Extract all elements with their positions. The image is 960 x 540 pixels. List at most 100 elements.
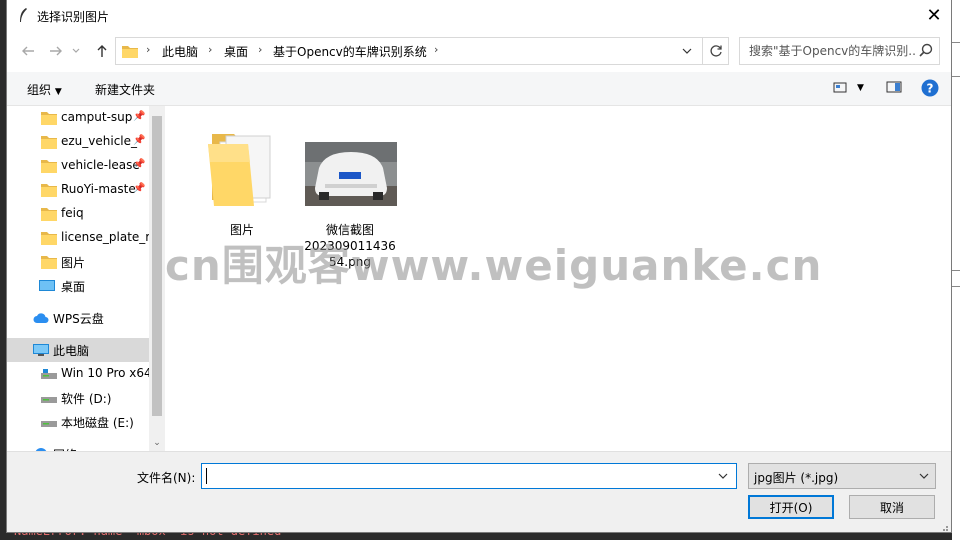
chevron-down-icon [72,48,80,53]
folder-icon [41,136,57,149]
folder-icon [41,112,57,125]
chevron-down-icon [919,473,929,479]
sidebar-item-network[interactable]: 网络 [7,442,149,451]
title-bar: 选择识别图片 ✕ [7,0,951,30]
svg-text:?: ? [927,82,934,96]
view-options-dropdown[interactable]: ▼ [857,83,864,93]
close-icon[interactable]: ✕ [917,0,951,30]
filename-combobox[interactable] [201,463,737,489]
folder-icon [122,46,138,58]
sidebar-item-pictures[interactable]: 图片 [7,250,149,274]
sidebar-item-label: 此电脑 [53,344,90,358]
folder-icon [208,134,271,206]
help-icon[interactable]: ? [921,79,939,97]
sidebar-item-camput-sup[interactable]: camput-sup 📌 [7,106,149,130]
pin-icon: 📌 [133,111,146,122]
breadcrumb-separator-icon: › [258,43,263,56]
sidebar-item-label: license_plate_re [61,230,149,244]
folder-icon [41,256,57,269]
folder-icon [41,232,57,245]
address-history-dropdown[interactable] [672,38,702,64]
dialog-title: 选择识别图片 [37,10,110,24]
sidebar-item-label: ezu_vehicle_ [61,134,138,148]
sidebar-item-win10-drive[interactable]: Win 10 Pro x64 [7,362,149,386]
breadcrumb-current-folder[interactable]: 基于Opencv的车牌识别系统 [273,43,427,60]
sidebar-item-label: feiq [61,206,84,220]
computer-icon [33,344,49,356]
background-window-edge [952,0,960,540]
file-type-value: jpg图片 (*.jpg) [754,471,839,485]
text-caret [206,468,207,484]
scroll-down-icon[interactable]: ⌄ [149,436,165,450]
pin-icon: 📌 [133,159,146,170]
filename-input[interactable] [203,465,708,487]
folder-icon [41,184,57,197]
desktop-icon [39,280,55,291]
sidebar-item-feiq[interactable]: feiq [7,202,149,226]
view-options-icon[interactable] [833,80,847,94]
search-box[interactable] [739,37,940,65]
refresh-button[interactable] [702,38,729,64]
command-bar: 组织 ▼ 新建文件夹 ▼ ? [7,72,951,106]
navigation-bar: › 此电脑 › 桌面 › 基于Opencv的车牌识别系统 › [7,30,951,72]
caret-down-icon: ▼ [54,87,62,97]
cancel-button[interactable]: 取消 [849,495,935,519]
open-button[interactable]: 打开(O) [748,495,834,519]
new-folder-button[interactable]: 新建文件夹 [95,81,155,98]
up-button[interactable] [91,40,113,62]
scrollbar-thumb[interactable] [152,116,162,416]
address-bar[interactable]: › 此电脑 › 桌面 › 基于Opencv的车牌识别系统 › [115,37,729,65]
search-input[interactable] [741,39,915,63]
forward-button[interactable] [45,40,67,62]
sidebar-item-label: 软件 (D:) [61,392,112,406]
sidebar-item-label: WPS云盘 [53,312,104,326]
dialog-footer: 文件名(N): jpg图片 (*.jpg) 打开(O) 取消 [7,451,951,532]
sidebar-item-label: 本地磁盘 (E:) [61,416,134,430]
sidebar-item-this-pc[interactable]: 此电脑 [7,338,149,362]
resize-grip-icon[interactable] [937,522,949,532]
pin-icon: 📌 [133,183,146,194]
arrow-up-icon [97,45,107,57]
recent-locations-button[interactable] [69,40,83,62]
breadcrumb-separator-icon: › [434,43,439,56]
sidebar-item-ruoyi-master[interactable]: RuoYi-maste 📌 [7,178,149,202]
organize-menu[interactable]: 组织 ▼ [27,81,62,98]
sidebar-item-vehicle-lease[interactable]: vehicle-lease 📌 [7,154,149,178]
breadcrumb-this-pc[interactable]: 此电脑 [162,43,198,60]
folder-icon [41,208,57,221]
file-item-label: 图片 [229,223,254,237]
file-list: 图片 微信截图 202309011436 54.png [165,106,951,451]
breadcrumb-separator-icon: › [146,43,151,56]
sidebar-item-license-plate[interactable]: license_plate_re [7,226,149,250]
file-type-select[interactable]: jpg图片 (*.jpg) [748,463,936,489]
content-area: camput-sup 📌 ezu_vehicle_ 📌 vehicle-leas… [7,106,951,451]
sidebar-item-label: camput-sup [61,110,133,124]
file-item-label: 微信截图 202309011436 54.png [304,223,396,269]
search-icon[interactable] [916,42,936,60]
sidebar-item-label: vehicle-lease [61,158,140,172]
sidebar-item-drive-e[interactable]: 本地磁盘 (E:) [7,410,149,434]
navigation-pane-scrollbar[interactable]: ⌄ [149,106,165,451]
sidebar-item-label: Win 10 Pro x64 [61,366,149,380]
navigation-pane[interactable]: camput-sup 📌 ezu_vehicle_ 📌 vehicle-leas… [7,106,149,451]
feather-icon [20,8,27,22]
filename-dropdown[interactable] [710,464,736,488]
file-item-folder[interactable]: 图片 [194,118,290,238]
sidebar-item-label: RuoYi-maste [61,182,136,196]
file-open-dialog: 选择识别图片 ✕ › 此电脑 › 桌面 › 基于Opencv的车牌识别系统 › [6,0,952,533]
sidebar-item-desktop[interactable]: 桌面 [7,274,149,298]
sidebar-item-drive-d[interactable]: 软件 (D:) [7,386,149,410]
file-item-screenshot[interactable]: 微信截图 202309011436 54.png [302,118,398,269]
cloud-icon [33,313,49,323]
sidebar-item-label: 图片 [61,256,86,270]
folder-icon [41,160,57,173]
drive-icon [41,421,57,427]
file-type-dropdown[interactable] [913,464,935,488]
preview-pane-icon[interactable] [886,80,902,94]
pin-icon: 📌 [133,135,146,146]
breadcrumb-separator-icon: › [208,43,213,56]
back-button[interactable] [17,40,39,62]
sidebar-item-ezu-vehicle[interactable]: ezu_vehicle_ 📌 [7,130,149,154]
breadcrumb-desktop[interactable]: 桌面 [224,43,248,60]
sidebar-item-wps-cloud[interactable]: WPS云盘 [7,306,149,330]
